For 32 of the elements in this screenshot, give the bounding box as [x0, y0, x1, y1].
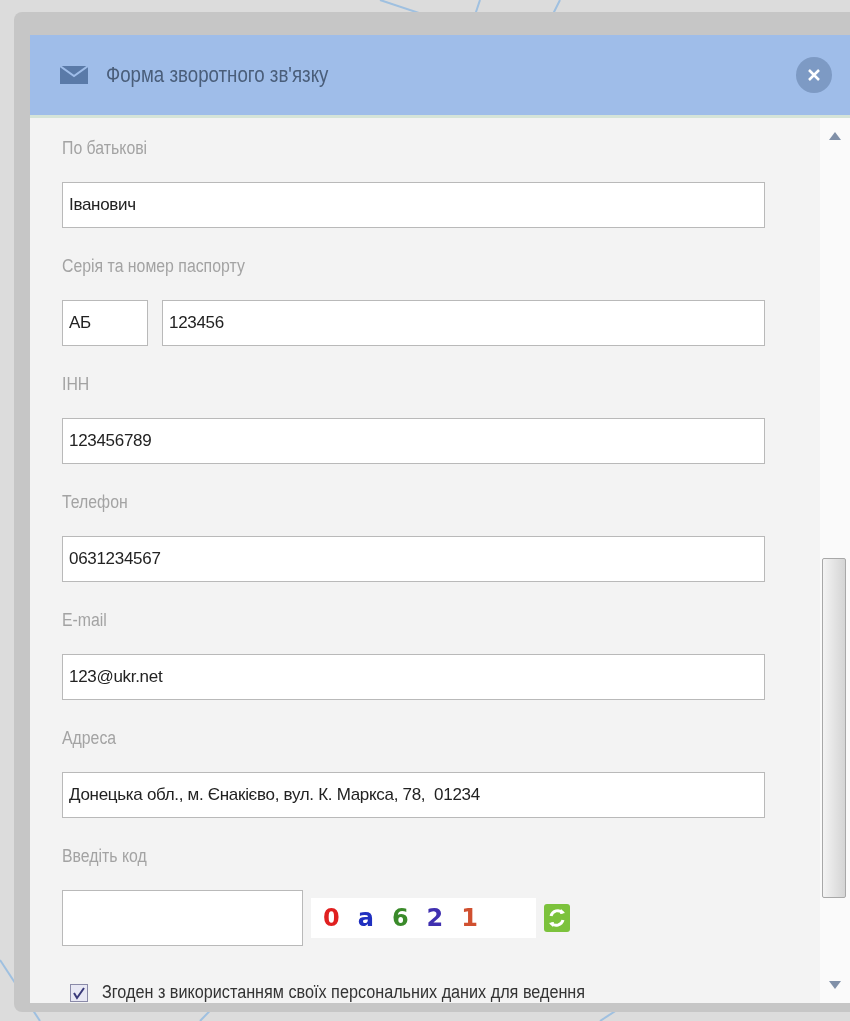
refresh-icon[interactable]	[544, 904, 570, 932]
consent-text: Згоден з використанням своїх персональних даних для ведення	[102, 982, 586, 1003]
field-label: Адреса	[62, 728, 118, 750]
field-label: Серія та номер паспорту	[62, 256, 246, 278]
check-icon	[72, 985, 86, 1000]
scroll-thumb[interactable]	[822, 558, 846, 898]
envelope-icon	[60, 66, 88, 84]
captcha-char: 2	[426, 904, 444, 932]
window-title: Форма зворотного зв'язку	[106, 62, 330, 88]
captcha-char: 1	[461, 904, 478, 932]
input-field[interactable]: 0631234567	[62, 536, 765, 582]
input-field[interactable]: 123456789	[62, 418, 765, 464]
field-label: Телефон	[62, 492, 129, 514]
captcha-char: 0	[323, 904, 340, 932]
close-icon	[807, 68, 821, 82]
field-label: Введіть код	[62, 846, 148, 868]
close-button[interactable]	[796, 57, 832, 93]
captcha-char: 6	[391, 904, 409, 932]
input-field[interactable]: 123456	[162, 300, 765, 346]
field-label: E-mail	[62, 610, 108, 632]
field-label: По батькові	[62, 138, 149, 160]
captcha-char: a	[357, 904, 374, 932]
input-field[interactable]: 123@ukr.net	[62, 654, 765, 700]
field-label: ІНН	[62, 374, 91, 396]
consent-checkbox[interactable]	[70, 983, 88, 1002]
input-field[interactable]: Іванович	[62, 182, 765, 228]
scroll-up-icon[interactable]	[829, 132, 841, 140]
input-field[interactable]: АБ	[62, 300, 148, 346]
scrollbar[interactable]	[820, 118, 850, 1003]
input-field[interactable]	[62, 890, 303, 946]
input-field[interactable]: Донецька обл., м. Єнакієво, вул. К. Маркса, 78, 01234	[62, 772, 765, 818]
scroll-down-icon[interactable]	[829, 981, 841, 989]
